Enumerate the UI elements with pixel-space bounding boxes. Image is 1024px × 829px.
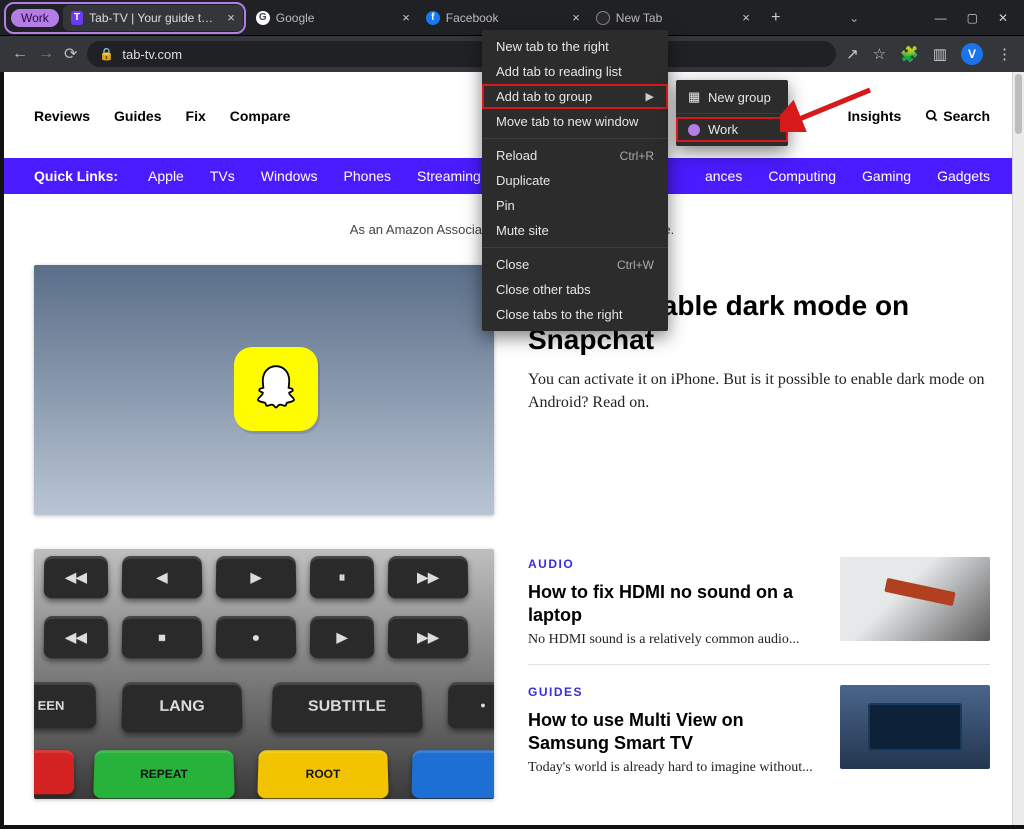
tab-overflow-icon[interactable]: ⌄ xyxy=(849,11,859,25)
add-to-group-submenu: ▦ New group Work xyxy=(676,80,788,146)
address-bar[interactable]: 🔒 tab-tv.com xyxy=(87,41,836,67)
ctx-separator xyxy=(482,138,668,139)
window-controls: — ▢ ✕ xyxy=(935,11,1020,25)
search-label: Search xyxy=(943,108,990,124)
vertical-scrollbar[interactable] xyxy=(1012,72,1024,825)
tab-group-work[interactable]: Work T Tab-TV | Your guide to tech × xyxy=(4,2,246,34)
minimize-button[interactable]: — xyxy=(935,11,947,25)
ctx-separator xyxy=(482,247,668,248)
ghost-icon xyxy=(246,359,306,419)
reload-button[interactable]: ⟳ xyxy=(64,44,77,64)
close-tab-icon[interactable]: × xyxy=(227,10,235,25)
ql-ances[interactable]: ances xyxy=(705,168,742,184)
ctx-close[interactable]: CloseCtrl+W xyxy=(482,252,668,277)
nav-fix[interactable]: Fix xyxy=(186,108,206,124)
forward-button[interactable]: → xyxy=(38,45,54,63)
lock-icon: 🔒 xyxy=(99,47,114,61)
feature-body: You can activate it on iPhone. But is it… xyxy=(528,368,990,414)
ctx-add-reading-list[interactable]: Add tab to reading list xyxy=(482,59,668,84)
ctx-close-right[interactable]: Close tabs to the right xyxy=(482,302,668,327)
submenu-separator xyxy=(676,113,788,114)
bookmark-icon[interactable]: ☆ xyxy=(873,45,886,63)
submenu-arrow-icon: ▶ xyxy=(646,90,654,103)
mini-body: No HDMI sound is a relatively common aud… xyxy=(528,632,822,648)
nav-insights[interactable]: Insights xyxy=(848,108,902,124)
ctx-move-new-window[interactable]: Move tab to new window xyxy=(482,109,668,134)
url-text: tab-tv.com xyxy=(122,47,182,62)
ctx-new-tab-right[interactable]: New tab to the right xyxy=(482,34,668,59)
tab-title: New Tab xyxy=(616,11,662,25)
ql-windows[interactable]: Windows xyxy=(261,168,318,184)
tab-title: Google xyxy=(276,11,315,25)
article-card-0: AUDIO How to fix HDMI no sound on a lapt… xyxy=(528,549,990,665)
mini-thumb-tv[interactable] xyxy=(840,685,990,769)
maximize-button[interactable]: ▢ xyxy=(967,11,978,25)
browser-tab-1[interactable]: G Google × xyxy=(248,5,418,31)
browser-tab-2[interactable]: f Facebook × xyxy=(418,5,588,31)
tab-title: Tab-TV | Your guide to tech xyxy=(89,11,217,25)
tab-title: Facebook xyxy=(446,11,499,25)
ql-tvs[interactable]: TVs xyxy=(210,168,235,184)
search-icon xyxy=(925,109,939,123)
snapchat-icon xyxy=(234,347,318,431)
ql-phones[interactable]: Phones xyxy=(344,168,391,184)
new-tab-button[interactable]: + xyxy=(764,6,788,30)
group-color-dot xyxy=(688,124,700,136)
close-tab-icon[interactable]: × xyxy=(402,10,410,25)
favicon-facebook: f xyxy=(426,11,440,25)
close-tab-icon[interactable]: × xyxy=(742,10,750,25)
mini-category[interactable]: AUDIO xyxy=(528,557,822,571)
mini-title[interactable]: How to use Multi View on Samsung Smart T… xyxy=(528,709,822,754)
close-window-button[interactable]: ✕ xyxy=(998,11,1008,25)
scrollbar-thumb[interactable] xyxy=(1015,74,1022,134)
site-nav-right: Insights Search xyxy=(848,108,990,124)
mini-title[interactable]: How to fix HDMI no sound on a laptop xyxy=(528,581,822,626)
ctx-mute-site[interactable]: Mute site xyxy=(482,218,668,243)
extensions-icon[interactable]: 🧩 xyxy=(900,45,919,63)
mini-body: Today's world is already hard to imagine… xyxy=(528,760,822,776)
nav-compare[interactable]: Compare xyxy=(230,108,291,124)
browser-tab-0[interactable]: T Tab-TV | Your guide to tech × xyxy=(63,5,243,31)
nav-guides[interactable]: Guides xyxy=(114,108,161,124)
ql-computing[interactable]: Computing xyxy=(768,168,836,184)
ctx-reload[interactable]: ReloadCtrl+R xyxy=(482,143,668,168)
tab-context-menu: New tab to the right Add tab to reading … xyxy=(482,30,668,331)
submenu-group-work[interactable]: Work xyxy=(676,117,788,142)
favicon-newtab xyxy=(596,11,610,25)
ctx-pin[interactable]: Pin xyxy=(482,193,668,218)
reading-list-icon[interactable]: ▥ xyxy=(933,45,947,63)
favicon-tabtv: T xyxy=(71,11,83,25)
feature-image[interactable] xyxy=(34,265,494,515)
menu-icon[interactable]: ⋮ xyxy=(997,45,1012,63)
browser-tab-3[interactable]: New Tab × xyxy=(588,5,758,31)
ql-gaming[interactable]: Gaming xyxy=(862,168,911,184)
secondary-image-remote[interactable]: ◀◀ ◀ ▶ ⏸ ▶▶ ◀◀ ⏹ ● ▶ ▶▶ EEN LANG SUBTITL… xyxy=(34,549,494,799)
submenu-new-group[interactable]: ▦ New group xyxy=(676,84,788,110)
favicon-google: G xyxy=(256,11,270,25)
ql-gadgets[interactable]: Gadgets xyxy=(937,168,990,184)
nav-search[interactable]: Search xyxy=(925,108,990,124)
ql-apple[interactable]: Apple xyxy=(148,168,184,184)
profile-avatar[interactable]: V xyxy=(961,43,983,65)
article-card-1: GUIDES How to use Multi View on Samsung … xyxy=(528,665,990,792)
ql-streaming[interactable]: Streaming xyxy=(417,168,481,184)
mini-category[interactable]: GUIDES xyxy=(528,685,822,699)
secondary-row: ◀◀ ◀ ▶ ⏸ ▶▶ ◀◀ ⏹ ● ▶ ▶▶ EEN LANG SUBTITL… xyxy=(4,549,1020,799)
ctx-close-other[interactable]: Close other tabs xyxy=(482,277,668,302)
mini-thumb-hdmi[interactable] xyxy=(840,557,990,641)
ctx-add-to-group[interactable]: Add tab to group▶ xyxy=(482,84,668,109)
close-tab-icon[interactable]: × xyxy=(572,10,580,25)
nav-reviews[interactable]: Reviews xyxy=(34,108,90,124)
tab-group-chip[interactable]: Work xyxy=(11,9,59,27)
ctx-duplicate[interactable]: Duplicate xyxy=(482,168,668,193)
share-icon[interactable]: ↗ xyxy=(846,45,859,63)
quick-links-label: Quick Links: xyxy=(34,168,118,184)
back-button[interactable]: ← xyxy=(12,45,28,63)
site-nav-left: Reviews Guides Fix Compare xyxy=(34,108,290,124)
